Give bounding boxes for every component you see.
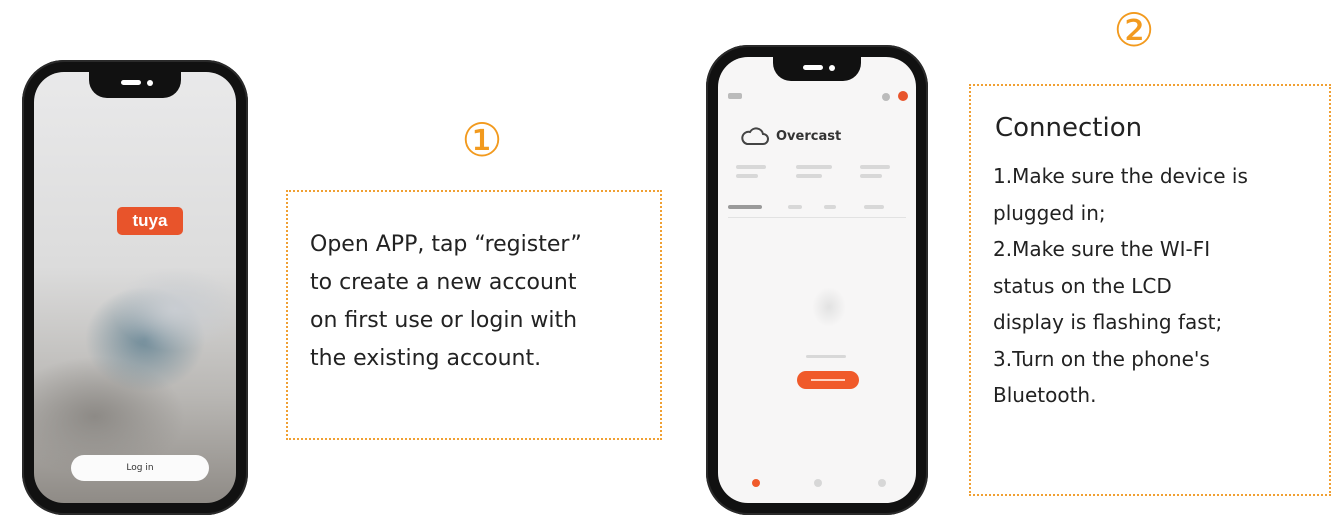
tab-room[interactable]	[824, 205, 836, 209]
step1-line: to create a new account	[310, 270, 577, 295]
step2-title: Connection	[995, 113, 1143, 143]
app-home-screen: Overcast	[718, 57, 916, 503]
step1-line: the existing account.	[310, 346, 542, 371]
cloud-icon	[741, 127, 769, 145]
weather-detail	[796, 174, 822, 178]
step2-line: status on the LCD	[993, 273, 1172, 298]
login-button[interactable]: Log in	[71, 455, 209, 481]
step2-line: Bluetooth.	[993, 383, 1097, 407]
step2-line: 3.Turn on the phone's	[993, 346, 1210, 371]
tab-room[interactable]	[864, 205, 884, 209]
step1-line: Open APP, tap “register”	[310, 232, 582, 257]
phone-notch	[89, 72, 181, 98]
menu-icon[interactable]	[728, 93, 742, 99]
step1-instruction-box: Open APP, tap “register” to create a new…	[286, 190, 662, 440]
weather-label: Overcast	[776, 128, 842, 144]
weather-detail	[736, 174, 758, 178]
tuya-logo: tuya	[117, 207, 183, 235]
phone-mockup-home: Overcast	[706, 45, 928, 515]
add-device-icon[interactable]	[882, 93, 890, 101]
step-number-2: ②	[1113, 3, 1155, 57]
weather-detail	[736, 165, 766, 169]
step-number-1: ①	[461, 113, 503, 167]
tab-room[interactable]	[788, 205, 802, 209]
weather-detail	[796, 165, 832, 169]
weather-detail	[860, 174, 882, 178]
phone-notch	[773, 57, 861, 81]
add-device-button[interactable]	[797, 371, 859, 389]
step2-line: 2.Make sure the WI-FI	[993, 237, 1211, 261]
home-tab-icon[interactable]	[752, 479, 760, 487]
step1-instruction-text: Open APP, tap “register” to create a new…	[310, 226, 655, 378]
app-login-screen: tuya Log in	[34, 72, 236, 503]
step2-line: display is flashing fast;	[993, 310, 1223, 334]
empty-hint	[806, 355, 846, 358]
scene-tab-icon[interactable]	[814, 479, 822, 487]
tab-divider	[728, 217, 906, 218]
me-tab-icon[interactable]	[878, 479, 886, 487]
step2-line: plugged in;	[993, 200, 1106, 225]
weather-detail	[860, 165, 890, 169]
step1-line: on first use or login with	[310, 308, 578, 333]
empty-device-icon	[812, 287, 846, 327]
step2-line: 1.Make sure the device is	[993, 164, 1248, 188]
step2-instruction-box: Connection 1.Make sure the device is plu…	[969, 84, 1331, 496]
profile-icon[interactable]	[898, 91, 908, 101]
step2-instruction-text: 1.Make sure the device is plugged in; 2.…	[993, 158, 1331, 414]
tab-all-devices[interactable]	[728, 205, 762, 209]
weather-widget: Overcast	[740, 125, 841, 147]
phone-mockup-login: tuya Log in	[22, 60, 248, 515]
